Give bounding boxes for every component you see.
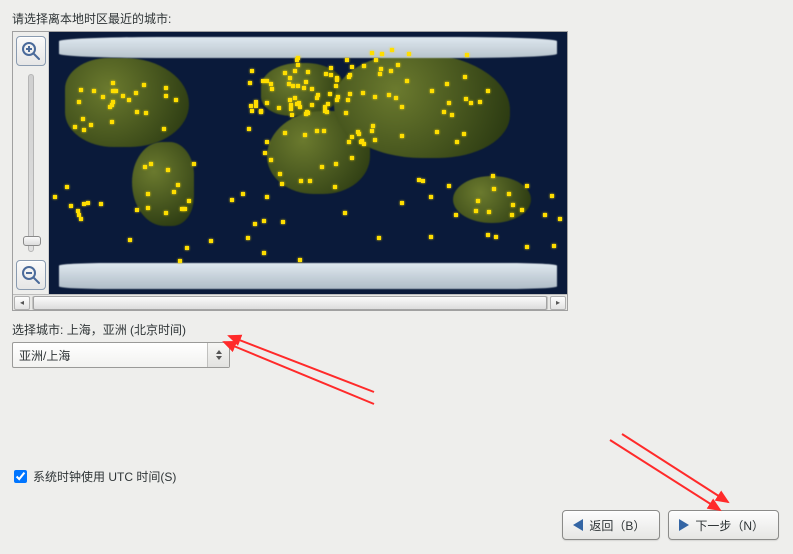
arrow-right-icon bbox=[679, 519, 689, 531]
selected-city-text: 选择城市: 上海，亚洲 (北京时间) bbox=[12, 321, 781, 338]
chevron-up-icon bbox=[216, 350, 222, 354]
zoom-out-button[interactable] bbox=[16, 260, 46, 290]
map-horizontal-scrollbar[interactable]: ◂ ▸ bbox=[13, 294, 567, 310]
wizard-buttons: 返回（B） 下一步（N） bbox=[562, 510, 779, 540]
zoom-controls bbox=[13, 32, 49, 294]
utc-label: 系统时钟使用 UTC 时间(S) bbox=[33, 468, 176, 485]
timezone-combo[interactable]: 亚洲/上海 bbox=[12, 342, 230, 368]
zoom-in-button[interactable] bbox=[16, 36, 46, 66]
scroll-thumb[interactable] bbox=[33, 296, 547, 310]
zoom-in-icon bbox=[21, 41, 41, 61]
arrow-left-icon bbox=[573, 519, 583, 531]
zoom-slider[interactable] bbox=[28, 74, 34, 252]
chevron-down-icon bbox=[216, 356, 222, 360]
next-button-label: 下一步（N） bbox=[695, 517, 764, 534]
timezone-combo-spinner[interactable] bbox=[207, 343, 229, 367]
utc-checkbox-row[interactable]: 系统时钟使用 UTC 时间(S) bbox=[14, 468, 176, 485]
scroll-left-button[interactable]: ◂ bbox=[14, 296, 30, 310]
scroll-track[interactable] bbox=[32, 296, 548, 310]
utc-checkbox[interactable] bbox=[14, 470, 27, 483]
zoom-out-icon bbox=[21, 265, 41, 285]
select-city-prompt: 请选择离本地时区最近的城市: bbox=[12, 10, 781, 27]
back-button-label: 返回（B） bbox=[589, 517, 645, 534]
map-frame: x 上海 ◂ ▸ bbox=[12, 31, 568, 311]
scroll-right-button[interactable]: ▸ bbox=[550, 296, 566, 310]
next-button[interactable]: 下一步（N） bbox=[668, 510, 779, 540]
world-map[interactable]: x 上海 bbox=[49, 32, 567, 294]
zoom-slider-thumb[interactable] bbox=[23, 236, 41, 246]
timezone-combo-value: 亚洲/上海 bbox=[19, 347, 70, 364]
back-button[interactable]: 返回（B） bbox=[562, 510, 660, 540]
